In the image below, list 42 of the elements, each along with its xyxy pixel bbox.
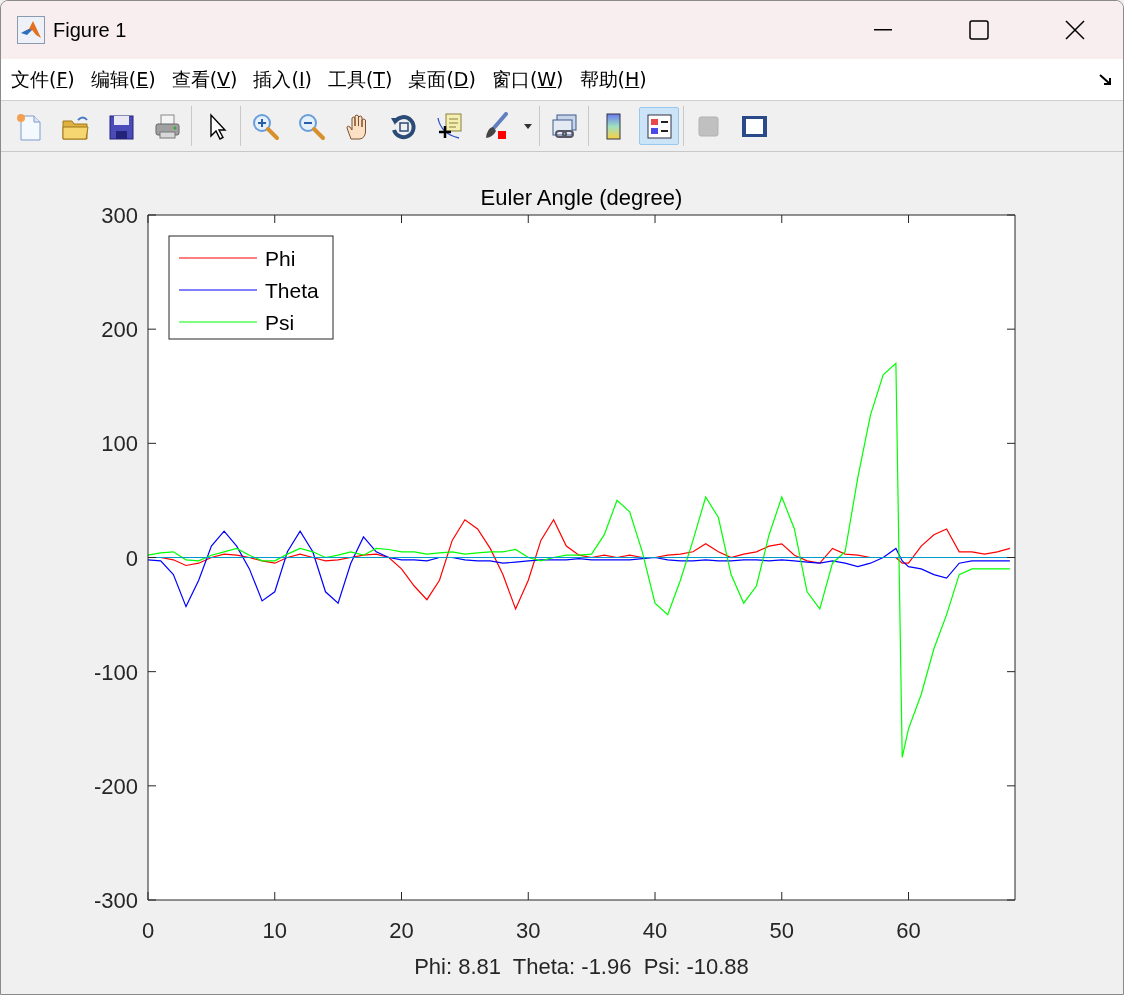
tick-label: 30 [516, 918, 541, 943]
toolbar-button[interactable] [639, 107, 679, 145]
tick-label: -300 [93, 888, 138, 913]
chart-title: Euler Angle (degree) [480, 185, 683, 210]
tick-label: -100 [93, 659, 138, 685]
data-tip-icon [434, 111, 464, 141]
tick-label: 200 [101, 317, 138, 343]
dropdown-caret-icon [524, 123, 532, 129]
new-file-icon [14, 111, 44, 141]
menu-item[interactable]: 工具(T) [321, 66, 399, 93]
app-logo-icon [17, 16, 45, 44]
menu-item[interactable]: 文件(F) [5, 66, 81, 93]
tick-label: 50 [769, 918, 794, 943]
maximize-icon [969, 20, 989, 40]
tick-label: 300 [101, 203, 138, 228]
tick-label: 0 [141, 918, 155, 943]
menu-item[interactable]: 编辑(E) [84, 66, 162, 93]
close-icon [1065, 20, 1085, 40]
menu-item[interactable]: 帮助(H) [573, 66, 653, 93]
menu-item[interactable]: 插入(I) [247, 66, 318, 93]
menu-item[interactable]: 桌面(D) [402, 66, 482, 93]
minimize-icon [873, 28, 893, 32]
tick-label: 40 [642, 918, 668, 943]
dock-arrow-icon[interactable] [1099, 73, 1113, 86]
menu-item[interactable]: 查看(V) [165, 66, 244, 93]
linked-windows-icon [549, 111, 579, 141]
zoom-in-icon [250, 111, 280, 141]
tick-label: 60 [896, 918, 921, 943]
legend-label: Psi [265, 311, 295, 334]
legend-label: Theta [265, 279, 319, 302]
tick-label: 10 [262, 918, 287, 943]
window-title: Figure 1 [53, 18, 127, 42]
zoom-out-icon [296, 111, 326, 141]
legend-label: Phi [265, 247, 296, 270]
legend-icon [644, 111, 674, 141]
tick-label: 100 [101, 431, 138, 457]
printer-icon [152, 111, 182, 141]
tick-label: 0 [125, 545, 138, 571]
axis-label: Phi: 8.81 Theta: -1.96 Psi: -10.88 [414, 954, 749, 979]
menu-item[interactable]: 窗口(W) [485, 66, 570, 93]
tick-label: -200 [93, 773, 138, 799]
tick-label: 20 [389, 918, 414, 943]
